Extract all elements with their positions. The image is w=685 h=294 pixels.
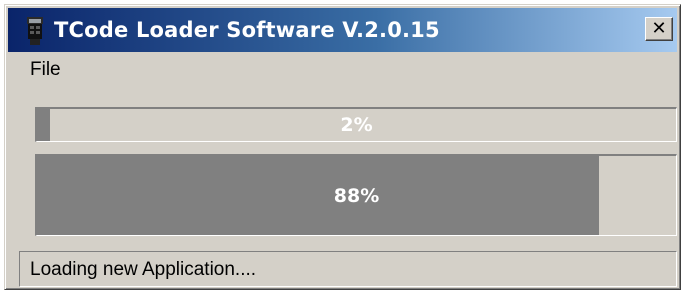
progress-bar-top: 2%: [35, 107, 677, 142]
window-title: TCode Loader Software V.2.0.15: [54, 18, 440, 42]
handheld-device-icon: [27, 17, 43, 45]
close-icon: ✕: [651, 18, 667, 39]
close-button[interactable]: ✕: [645, 17, 673, 41]
menu-bar: File: [8, 53, 677, 87]
menu-item-file[interactable]: File: [26, 59, 65, 81]
title-bar[interactable]: TCode Loader Software V.2.0.15 ✕: [8, 8, 677, 52]
loader-window: TCode Loader Software V.2.0.15 ✕ File 2%…: [4, 4, 681, 290]
status-bar: Loading new Application....: [19, 251, 677, 287]
progress-label-bottom: 88%: [333, 184, 380, 207]
progress-label-top: 2%: [340, 114, 373, 136]
status-text: Loading new Application....: [30, 259, 257, 280]
progress-bar-bottom: 88%: [35, 154, 677, 236]
